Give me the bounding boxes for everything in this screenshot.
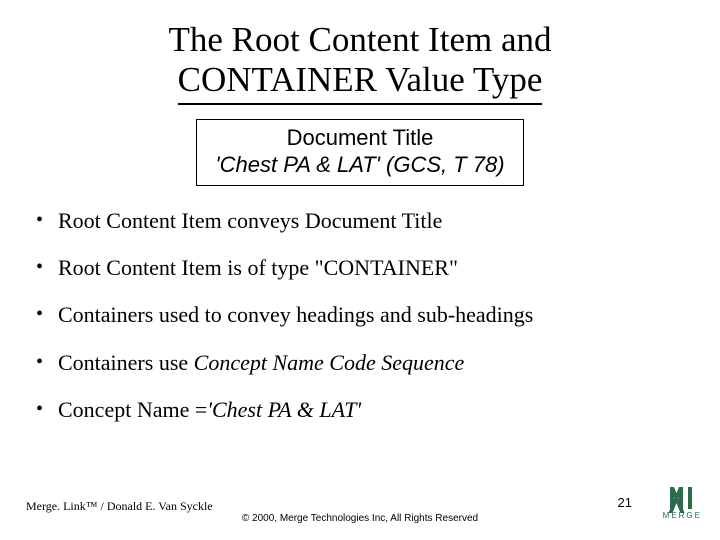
footer: Merge. Link™ / Donald E. Van Syckle © 20… [0, 490, 720, 526]
bullet-text: Root Content Item is of type "CONTAINER" [58, 255, 458, 280]
bullet-italic: Concept Name Code Sequence [194, 350, 465, 375]
bullet-prefix: Concept Name = [58, 397, 207, 422]
document-title-box-wrap: Document Title 'Chest PA & LAT' (GCS, T … [0, 119, 720, 186]
document-title-box: Document Title 'Chest PA & LAT' (GCS, T … [196, 119, 523, 186]
list-item: Concept Name ='Chest PA & LAT' [36, 397, 720, 423]
box-line1: Document Title [215, 124, 504, 152]
footer-author: Merge. Link™ / Donald E. Van Syckle [26, 499, 213, 514]
title-line1: The Root Content Item and [169, 20, 552, 59]
merge-logo: MERGE [663, 487, 702, 520]
bullet-prefix: Containers use [58, 350, 194, 375]
bullet-text: Containers used to convey headings and s… [58, 302, 533, 327]
list-item: Containers use Concept Name Code Sequenc… [36, 350, 720, 376]
title-line2: CONTAINER Value Type [178, 60, 543, 104]
bullet-italic: 'Chest PA & LAT' [207, 397, 361, 422]
page-number: 21 [618, 495, 632, 510]
footer-copyright: © 2000, Merge Technologies Inc, All Righ… [0, 513, 720, 524]
list-item: Root Content Item conveys Document Title [36, 208, 720, 234]
list-item: Root Content Item is of type "CONTAINER" [36, 255, 720, 281]
slide-title: The Root Content Item and CONTAINER Valu… [0, 0, 720, 105]
bullet-text: Root Content Item conveys Document Title [58, 208, 442, 233]
box-line2: 'Chest PA & LAT' (GCS, T 78) [215, 151, 504, 179]
bullet-list: Root Content Item conveys Document Title… [36, 208, 720, 424]
slide: The Root Content Item and CONTAINER Valu… [0, 0, 720, 540]
list-item: Containers used to convey headings and s… [36, 302, 720, 328]
merge-logo-icon [667, 487, 697, 509]
